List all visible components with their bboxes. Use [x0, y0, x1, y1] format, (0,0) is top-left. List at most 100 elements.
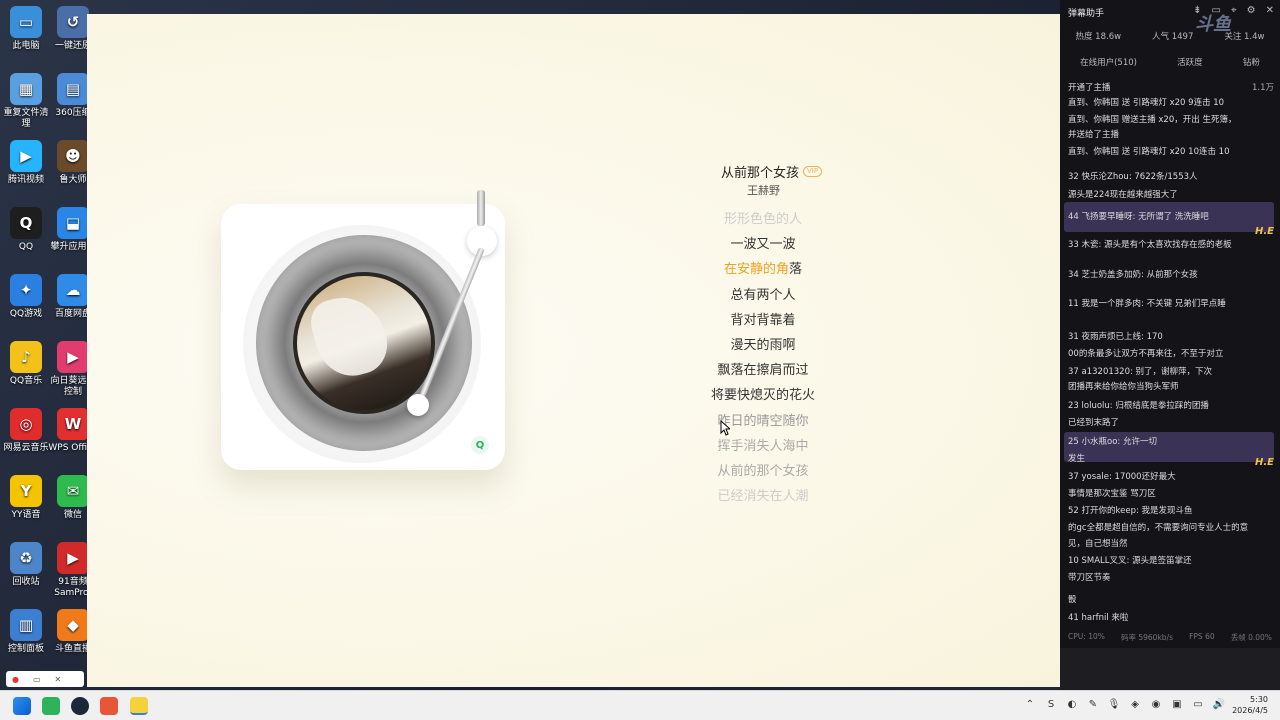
- desktop-icon-label: 腾讯视频: [7, 175, 44, 185]
- danmaku-text: 00的条最多让双方不再来往，不至于对立: [1068, 349, 1224, 359]
- lyric-line[interactable]: 挥手消失人海中: [663, 434, 863, 459]
- singer-name[interactable]: 王赫野: [747, 182, 780, 198]
- danmaku-message[interactable]: 44 飞扬要早睡呀: 无所谓了 洗洗睡吧: [1068, 211, 1274, 224]
- drop-stat: 丢帧 0.00%: [1230, 633, 1272, 642]
- desktop-icon[interactable]: Y YY语音: [1, 475, 51, 521]
- danmaku-message[interactable]: 37 yosale: 17000还好最大: [1068, 471, 1274, 484]
- tab-activity[interactable]: 活跃度: [1177, 56, 1203, 68]
- windows-start-icon[interactable]: [13, 697, 31, 715]
- tray-icon[interactable]: 🔊: [1212, 699, 1226, 710]
- app-icon: ▶: [57, 542, 89, 574]
- app-icon: ♪: [10, 341, 42, 373]
- danmaku-message[interactable]: 10 SMALL叉叉: 源头是签笛掌还: [1068, 555, 1274, 568]
- lyric-line[interactable]: 总有两个人: [663, 283, 863, 308]
- lyric-line[interactable]: 将要快熄灭的花火: [663, 383, 863, 408]
- tonearm-pin: [477, 190, 485, 226]
- tab-online-users[interactable]: 在线用户(510): [1080, 56, 1137, 68]
- desktop-icon[interactable]: ▥ 控制面板: [1, 609, 51, 655]
- desktop-icon[interactable]: ♪ QQ音乐: [1, 341, 51, 387]
- cpu-stat: CPU: 10%: [1068, 632, 1105, 641]
- tab-diamond-fans[interactable]: 钻粉: [1243, 56, 1260, 68]
- danmaku-message[interactable]: 31 夜雨声烦已上线: 170: [1068, 331, 1274, 344]
- danmaku-message[interactable]: 发生: [1068, 453, 1274, 466]
- tray-icon[interactable]: ◐: [1065, 699, 1079, 710]
- danmaku-message[interactable]: 00的条最多让双方不再来往，不至于对立: [1068, 348, 1274, 361]
- danmaku-text: 37 yosale: 17000还好最大: [1068, 472, 1176, 482]
- desktop-icon[interactable]: ✦ QQ游戏: [1, 274, 51, 320]
- steam-icon[interactable]: [71, 697, 89, 715]
- danmaku-message[interactable]: 见，自己想当然: [1068, 538, 1274, 551]
- app-yellow-icon[interactable]: [130, 697, 148, 715]
- lyric-line[interactable]: 在安静的角落: [663, 257, 863, 282]
- gear-icon[interactable]: ⚙: [1247, 5, 1256, 16]
- danmaku-message[interactable]: 直到、你韩国 送 引路魂灯 x20 9连击 10: [1068, 97, 1274, 110]
- lyric-line[interactable]: 一波又一波: [663, 232, 863, 257]
- danmaku-message[interactable]: 41 harfnil 来啦: [1068, 612, 1274, 625]
- danmaku-message[interactable]: 11 我是一个胖多肉: 不关键 兄弟们早点睡: [1068, 298, 1274, 311]
- desktop-icon[interactable]: ▦ 重复文件清理: [1, 73, 51, 130]
- mini-tab-bar[interactable]: ● ▭ ✕: [6, 671, 84, 687]
- close-icon[interactable]: ✕: [1266, 5, 1274, 16]
- fps-stat: FPS 60: [1189, 632, 1215, 641]
- lyric-line[interactable]: 漫天的雨啊: [663, 333, 863, 358]
- lyric-line[interactable]: 背对背靠着: [663, 308, 863, 333]
- stats-row: 热度 18.6w 人气 1497 关注 1.4w: [1060, 30, 1280, 42]
- record-icon[interactable]: ●: [12, 675, 19, 684]
- app-red-icon[interactable]: [100, 697, 118, 715]
- app-store-icon[interactable]: [42, 697, 60, 715]
- pin-icon[interactable]: ⌖: [1231, 5, 1237, 16]
- danmaku-text: 41 harfnil 来啦: [1068, 613, 1129, 623]
- danmaku-message[interactable]: 34 芝士奶盖多加奶: 从前那个女孩: [1068, 269, 1274, 282]
- desktop-icon-label: QQ音乐: [9, 376, 43, 386]
- danmaku-message[interactable]: 直到、你韩国 送 引路魂灯 x20 10连击 10: [1068, 146, 1274, 159]
- danmaku-message[interactable]: 的gc全都是超自信的，不需要询问专业人士的意: [1068, 522, 1274, 535]
- danmaku-message[interactable]: 源头是224现在越来越强大了: [1068, 189, 1274, 202]
- lyric-line[interactable]: 形形色色的人: [663, 207, 863, 232]
- tray-icon[interactable]: ◉: [1149, 699, 1163, 710]
- desktop-icon[interactable]: ▶ 腾讯视频: [1, 140, 51, 186]
- desktop-icon[interactable]: Q QQ: [1, 207, 51, 253]
- window-icon[interactable]: ▭: [33, 675, 41, 684]
- he-tag: H.E: [1255, 226, 1274, 237]
- lyric-line[interactable]: 从前的那个女孩: [663, 459, 863, 484]
- desktop-icon-label: 回收站: [12, 577, 40, 587]
- danmaku-message[interactable]: 25 小水瓶oo: 允许一切: [1068, 436, 1274, 449]
- clock[interactable]: 5:30 2026/4/5: [1232, 694, 1268, 716]
- app-icon: ☻: [57, 140, 89, 172]
- desktop-icon-label: 网易云音乐: [3, 443, 49, 453]
- danmaku-message[interactable]: 团播再来给你给你当狗头军师: [1068, 381, 1274, 394]
- tray-icon[interactable]: ✎: [1086, 699, 1100, 710]
- danmaku-message[interactable]: 23 loluolu: 归根结底是拳拉踩的团播: [1068, 400, 1274, 413]
- tray-icon[interactable]: ⌃: [1023, 699, 1037, 710]
- qq-music-icon[interactable]: Q: [471, 436, 489, 454]
- tray-icon[interactable]: 🎙: [1107, 699, 1121, 710]
- tray-icon[interactable]: ▣: [1170, 699, 1184, 710]
- danmaku-message[interactable]: 带刀区节奏: [1068, 572, 1274, 585]
- close-icon[interactable]: ✕: [55, 675, 62, 684]
- app-icon: ▶: [10, 140, 42, 172]
- tray-icon[interactable]: ◈: [1128, 699, 1142, 710]
- tray-icon[interactable]: S: [1044, 699, 1058, 710]
- danmaku-message[interactable]: 直到、你韩国 赠送主播 x20，开出 生死簿，: [1068, 114, 1274, 127]
- tray-icon[interactable]: ▭: [1191, 699, 1205, 710]
- danmaku-message[interactable]: 骰: [1068, 594, 1274, 607]
- danmaku-message[interactable]: 37 a13201320: 别了，谢柳萍，下次: [1068, 366, 1274, 379]
- danmaku-message[interactable]: 事情是那次宝鉴 骂刀区: [1068, 488, 1274, 501]
- danmaku-message[interactable]: 开通了主播 1.1万: [1068, 82, 1274, 95]
- danmaku-text: 团播再来给你给你当狗头军师: [1068, 382, 1179, 392]
- app-icon: ▥: [10, 609, 42, 641]
- desktop-icon[interactable]: ♻ 回收站: [1, 542, 51, 588]
- app-icon: Y: [10, 475, 42, 507]
- app-icon: ▦: [10, 73, 42, 105]
- danmaku-message[interactable]: 并送给了主播: [1068, 129, 1274, 142]
- danmaku-message[interactable]: 52 打开你的keep: 我是发现斗鱼: [1068, 505, 1274, 518]
- danmaku-message[interactable]: 32 快乐沦Zhou: 7622条/1553人: [1068, 171, 1274, 184]
- danmaku-message[interactable]: 已经到末路了: [1068, 417, 1274, 430]
- danmaku-message[interactable]: 33 木瓷: 源头是有个太喜欢找存在感的老板: [1068, 239, 1274, 252]
- desktop-icon[interactable]: ▭ 此电脑: [1, 6, 51, 52]
- danmaku-text: 31 夜雨声烦已上线: 170: [1068, 332, 1163, 342]
- lyric-line[interactable]: 飘落在擦肩而过: [663, 358, 863, 383]
- lyric-line[interactable]: 昨日的晴空随你: [663, 409, 863, 434]
- desktop-icon[interactable]: ◎ 网易云音乐: [1, 408, 51, 454]
- lyric-line[interactable]: 已经消失在人潮: [663, 484, 863, 501]
